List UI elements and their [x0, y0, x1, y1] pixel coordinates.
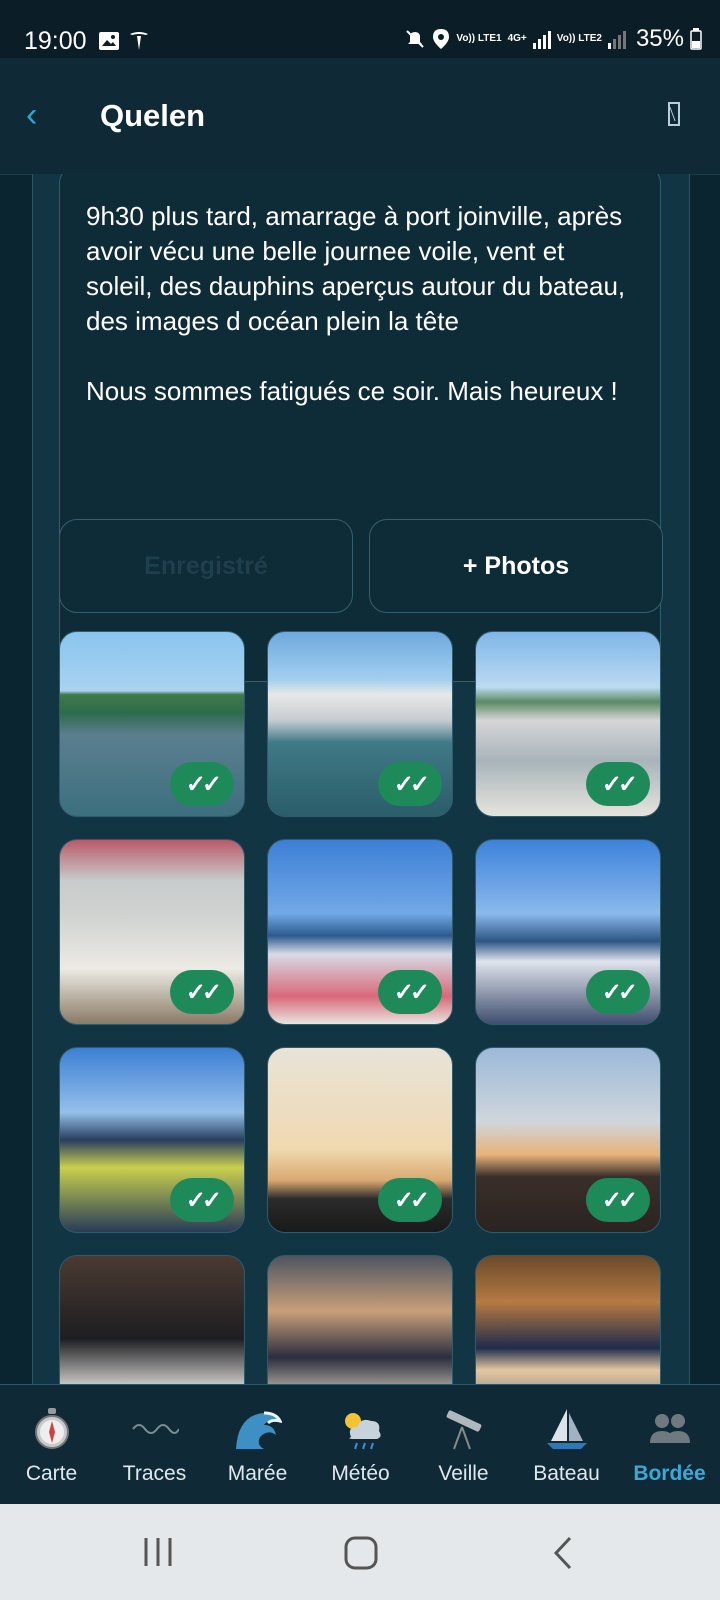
- telescope-icon: [446, 1410, 481, 1450]
- synced-check-icon: ✓✓: [170, 1178, 234, 1222]
- signal-2-icon: [607, 29, 626, 49]
- system-back-icon[interactable]: [552, 1536, 574, 1570]
- nav-label-veille: Veille: [438, 1462, 489, 1485]
- photo-thumbnail[interactable]: [267, 1255, 453, 1384]
- menu-icon[interactable]: [668, 102, 680, 126]
- photo-thumbnail[interactable]: ✓✓: [267, 1047, 453, 1233]
- home-icon[interactable]: [344, 1536, 378, 1570]
- entry-text: 9h30 plus tard, amarrage à port joinvill…: [86, 201, 626, 406]
- nav-label-traces: Traces: [122, 1462, 187, 1485]
- nav-item-bateau[interactable]: Bateau: [515, 1385, 618, 1505]
- synced-check-icon: ✓✓: [586, 762, 650, 806]
- crew-icon: [649, 1414, 690, 1443]
- synced-check-icon: ✓✓: [170, 970, 234, 1014]
- sailboat-icon: [546, 1409, 587, 1449]
- compass-icon: [34, 1408, 69, 1449]
- nav-item-bordee[interactable]: Bordée: [618, 1385, 720, 1505]
- system-navigation-bar: [0, 1504, 720, 1600]
- back-button[interactable]: ‹: [26, 98, 37, 132]
- network-4g: 4G+: [507, 33, 527, 44]
- log-entry-card: 9h30 plus tard, amarrage à port joinvill…: [32, 174, 690, 1384]
- recent-apps-icon[interactable]: [142, 1536, 174, 1568]
- synced-check-icon: ✓✓: [170, 762, 234, 806]
- app-header: ‹ Quelen: [0, 58, 720, 175]
- network-lte2: Vo)) LTE2: [556, 33, 602, 44]
- location-icon: [433, 29, 450, 49]
- nav-item-maree[interactable]: Marée: [206, 1385, 309, 1505]
- bottom-navigation: Carte Traces Marée Météo Veille Bateau B…: [0, 1384, 720, 1505]
- nav-item-carte[interactable]: Carte: [0, 1385, 103, 1505]
- nav-label-meteo: Météo: [331, 1462, 390, 1485]
- gallery-notification-icon: [99, 32, 119, 50]
- photo-thumbnail[interactable]: ✓✓: [59, 631, 245, 817]
- synced-check-icon: ✓✓: [378, 1178, 442, 1222]
- photo-thumbnail[interactable]: [59, 1255, 245, 1384]
- battery-icon: [690, 28, 702, 50]
- photo-thumbnail[interactable]: ✓✓: [475, 839, 661, 1025]
- synced-check-icon: ✓✓: [586, 1178, 650, 1222]
- page-title: Quelen: [100, 98, 206, 133]
- status-time: 19:00: [24, 27, 87, 55]
- photo-thumbnail[interactable]: ✓✓: [59, 1047, 245, 1233]
- status-bar: 19:00 Vo)) LTE1 4G+ Vo)) LTE2 35%: [0, 0, 720, 58]
- network-lte1: Vo)) LTE1: [456, 33, 502, 44]
- mute-icon: [406, 30, 425, 48]
- photo-thumbnail[interactable]: ✓✓: [475, 631, 661, 817]
- photo-thumbnail[interactable]: ✓✓: [267, 631, 453, 817]
- battery-level: 35%: [635, 25, 684, 52]
- add-photos-button[interactable]: + Photos: [369, 519, 663, 613]
- nav-label-bordee: Bordée: [633, 1462, 706, 1485]
- tesla-icon: [130, 32, 148, 50]
- photo-thumbnail[interactable]: [475, 1255, 661, 1384]
- synced-check-icon: ✓✓: [586, 970, 650, 1014]
- nav-label-bateau: Bateau: [533, 1462, 600, 1485]
- saved-button[interactable]: Enregistré: [59, 519, 353, 613]
- wave-icon: [235, 1411, 282, 1449]
- signal-icon: [532, 29, 551, 49]
- nav-item-veille[interactable]: Veille: [412, 1385, 515, 1505]
- nav-item-traces[interactable]: Traces: [103, 1385, 206, 1505]
- nav-item-meteo[interactable]: Météo: [309, 1385, 412, 1505]
- wave-line-icon: [131, 1424, 179, 1434]
- nav-label-maree: Marée: [227, 1462, 288, 1485]
- photo-thumbnail[interactable]: ✓✓: [59, 839, 245, 1025]
- nav-label-carte: Carte: [25, 1462, 78, 1485]
- photo-thumbnail[interactable]: ✓✓: [475, 1047, 661, 1233]
- photo-thumbnail[interactable]: ✓✓: [267, 839, 453, 1025]
- synced-check-icon: ✓✓: [378, 970, 442, 1014]
- synced-check-icon: ✓✓: [378, 762, 442, 806]
- weather-icon: [344, 1413, 381, 1450]
